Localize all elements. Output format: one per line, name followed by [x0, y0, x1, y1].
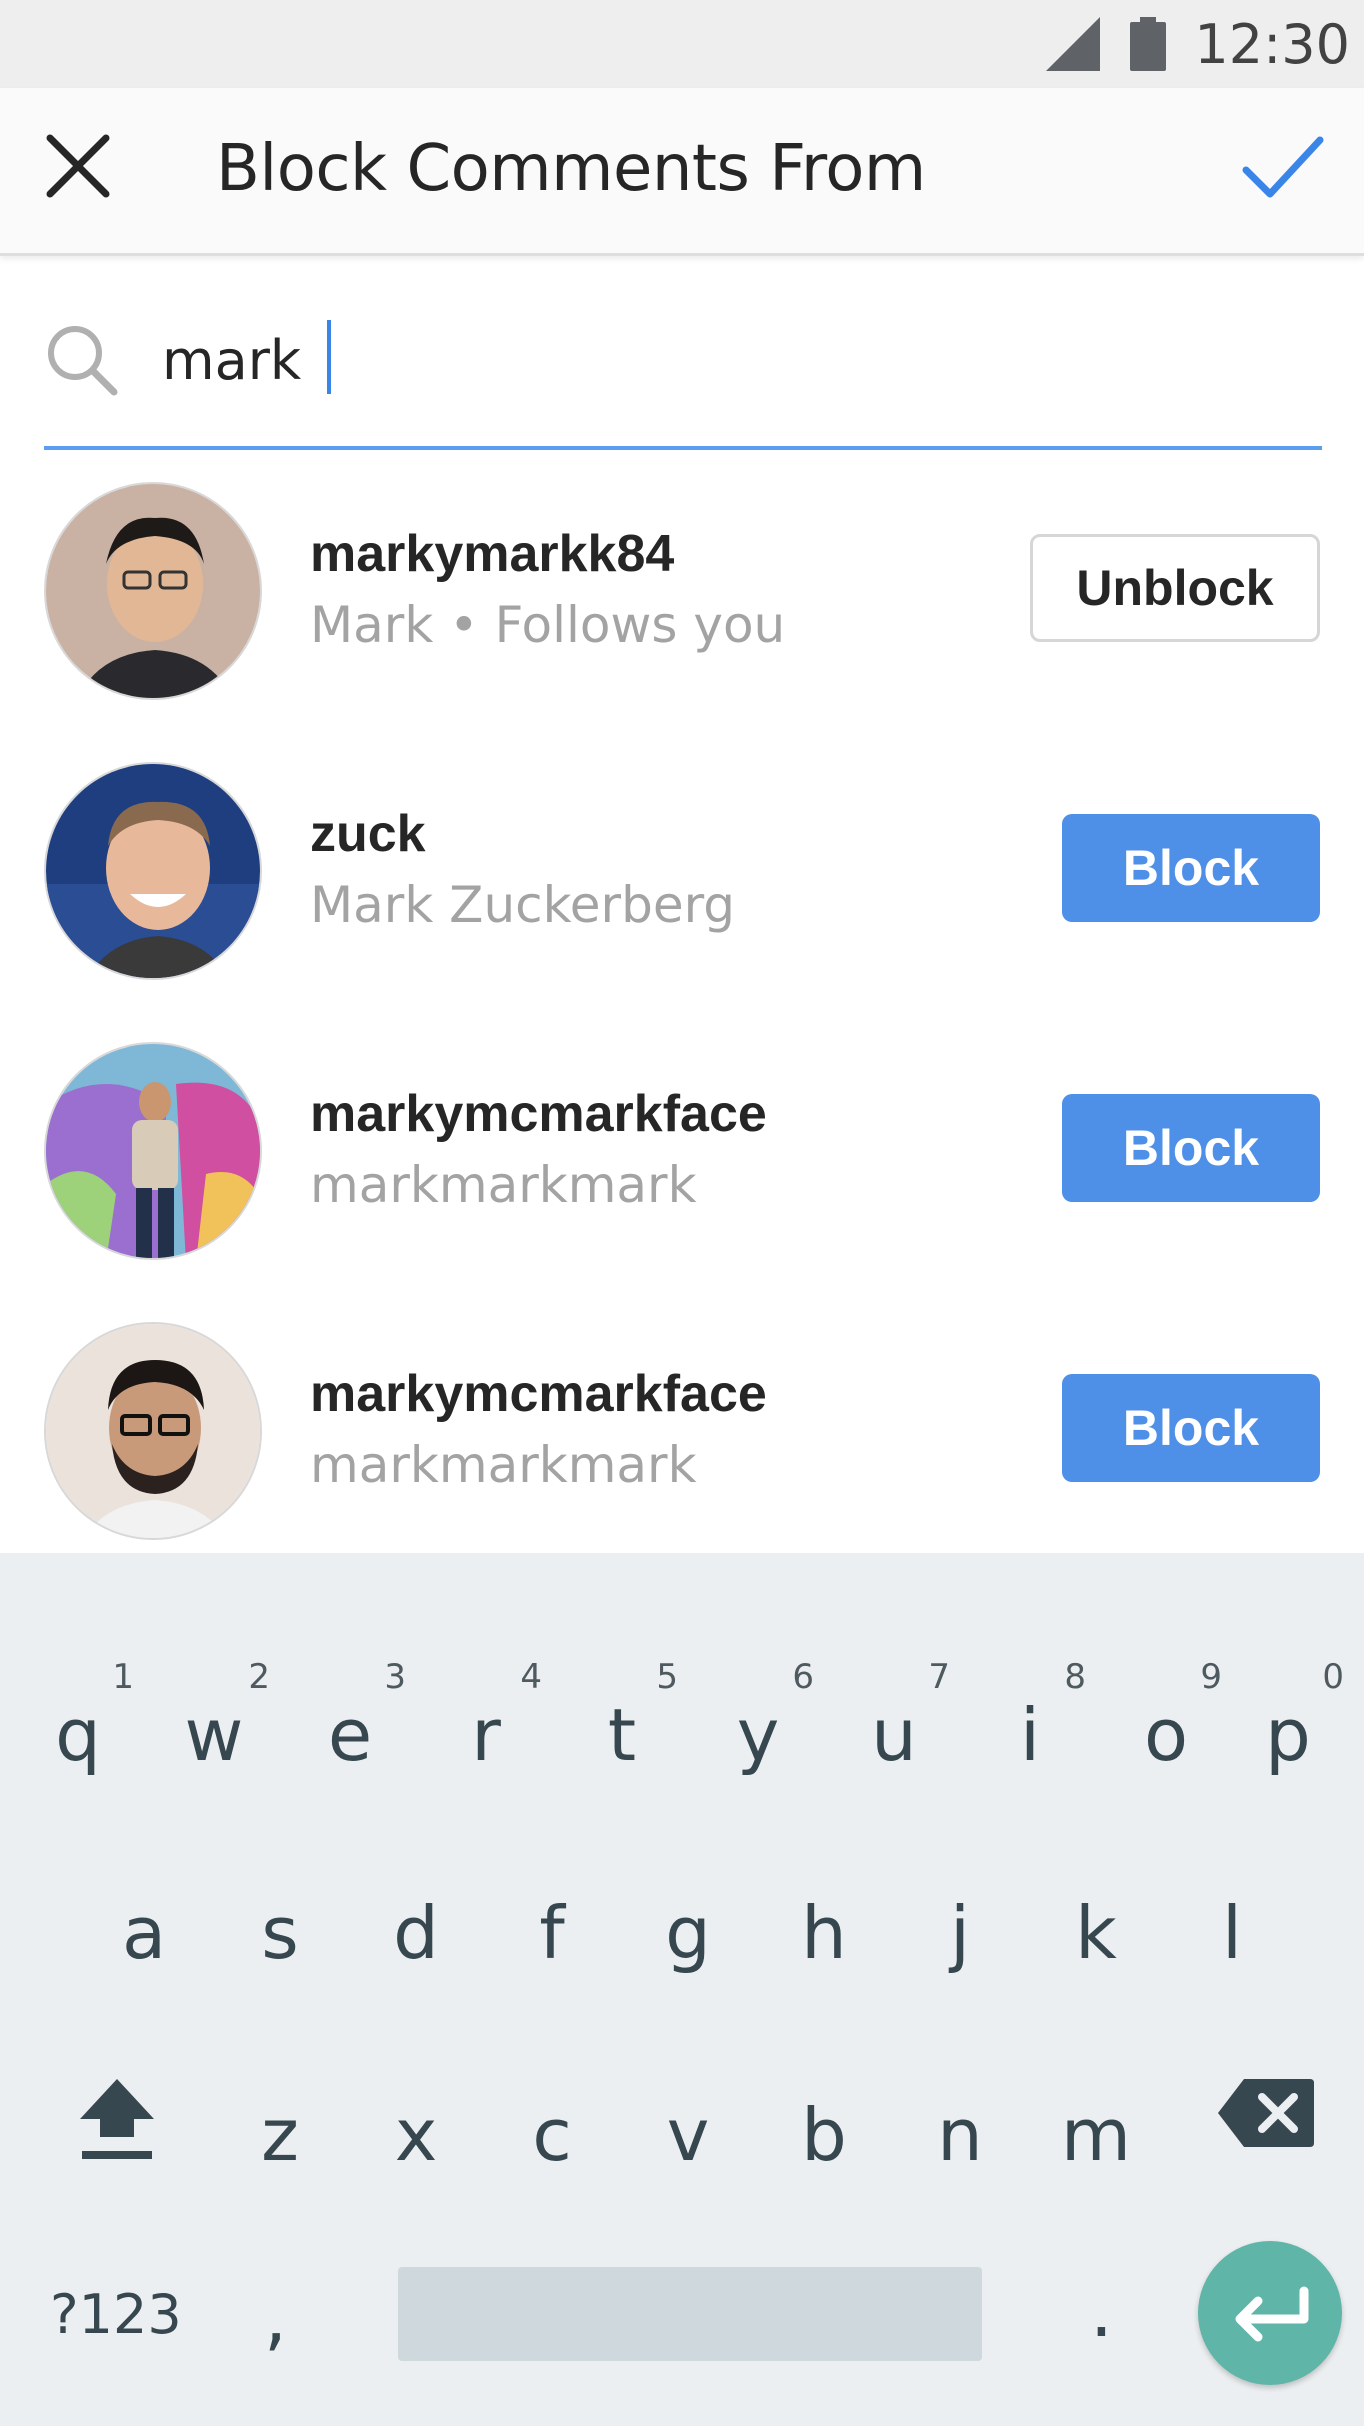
block-button[interactable]: Block — [1062, 1374, 1320, 1482]
enter-icon — [1235, 2286, 1309, 2342]
search-bar — [44, 290, 1322, 450]
block-button[interactable]: Block — [1062, 814, 1320, 922]
key-q[interactable]: 1 q — [10, 1657, 146, 1797]
page-title: Block Comments From — [216, 132, 926, 206]
backspace-icon[interactable] — [1216, 2073, 1316, 2153]
space-key[interactable] — [398, 2267, 982, 2361]
avatar[interactable] — [44, 482, 262, 700]
comma-key[interactable]: , — [264, 2275, 287, 2359]
key-r[interactable]: 4 r — [418, 1657, 554, 1797]
shift-icon[interactable] — [72, 2073, 162, 2173]
enter-key[interactable] — [1198, 2241, 1342, 2385]
check-icon[interactable] — [1240, 128, 1326, 204]
avatar[interactable] — [44, 1322, 262, 1540]
status-bar: 12:30 — [0, 0, 1364, 88]
key-b[interactable]: b — [756, 2071, 892, 2211]
keyboard: 1 q 2 w 3 e 4 r 5 t 6 y 7 u 8 i 9 o 0 p … — [0, 1553, 1364, 2426]
key-j[interactable]: j — [892, 1869, 1028, 2009]
key-u[interactable]: 7 u — [826, 1657, 962, 1797]
user-subtitle: markmarkmark — [310, 1436, 697, 1494]
symbols-key[interactable]: ?123 — [50, 2283, 182, 2346]
key-t[interactable]: 5 t — [554, 1657, 690, 1797]
key-o[interactable]: 9 o — [1098, 1657, 1234, 1797]
key-f[interactable]: f — [484, 1869, 620, 2009]
user-subtitle: Mark • Follows you — [310, 596, 786, 654]
key-h[interactable]: h — [756, 1869, 892, 2009]
key-x[interactable]: x — [348, 2071, 484, 2211]
results-list: markymarkk84 Mark • Follows you Unblock … — [0, 450, 1364, 1553]
key-z[interactable]: z — [212, 2071, 348, 2211]
unblock-button[interactable]: Unblock — [1030, 534, 1320, 642]
username: markymcmarkface — [310, 1365, 767, 1423]
user-subtitle: Mark Zuckerberg — [310, 876, 736, 934]
key-l[interactable]: l — [1164, 1869, 1300, 2009]
key-k[interactable]: k — [1028, 1869, 1164, 2009]
key-c[interactable]: c — [484, 2071, 620, 2211]
list-item[interactable]: zuck Mark Zuckerberg Block — [0, 730, 1364, 1010]
key-i[interactable]: 8 i — [962, 1657, 1098, 1797]
list-item[interactable]: markymarkk84 Mark • Follows you Unblock — [0, 450, 1364, 730]
username: zuck — [310, 805, 426, 863]
close-icon[interactable] — [40, 128, 116, 204]
app-bar: Block Comments From — [0, 88, 1364, 256]
key-y[interactable]: 6 y — [690, 1657, 826, 1797]
user-subtitle: markmarkmark — [310, 1156, 697, 1214]
key-s[interactable]: s — [212, 1869, 348, 2009]
key-g[interactable]: g — [620, 1869, 756, 2009]
avatar[interactable] — [44, 762, 262, 980]
clock: 12:30 — [1194, 12, 1350, 76]
list-item[interactable]: markymcmarkface markmarkmark Block — [0, 1010, 1364, 1290]
key-m[interactable]: m — [1028, 2071, 1164, 2211]
key-n[interactable]: n — [892, 2071, 1028, 2211]
username: markymarkk84 — [310, 525, 675, 583]
key-d[interactable]: d — [348, 1869, 484, 2009]
period-key[interactable]: . — [1090, 2269, 1113, 2353]
key-v[interactable]: v — [620, 2071, 756, 2211]
search-icon — [48, 326, 118, 396]
key-e[interactable]: 3 e — [282, 1657, 418, 1797]
list-item[interactable]: markymcmarkface markmarkmark Block — [0, 1290, 1364, 1570]
signal-icon — [1046, 17, 1101, 71]
key-w[interactable]: 2 w — [146, 1657, 282, 1797]
battery-icon — [1130, 17, 1167, 71]
avatar[interactable] — [44, 1042, 262, 1260]
text-cursor — [327, 320, 331, 394]
key-a[interactable]: a — [76, 1869, 212, 2009]
key-p[interactable]: 0 p — [1220, 1657, 1356, 1797]
block-button[interactable]: Block — [1062, 1094, 1320, 1202]
username: markymcmarkface — [310, 1085, 767, 1143]
